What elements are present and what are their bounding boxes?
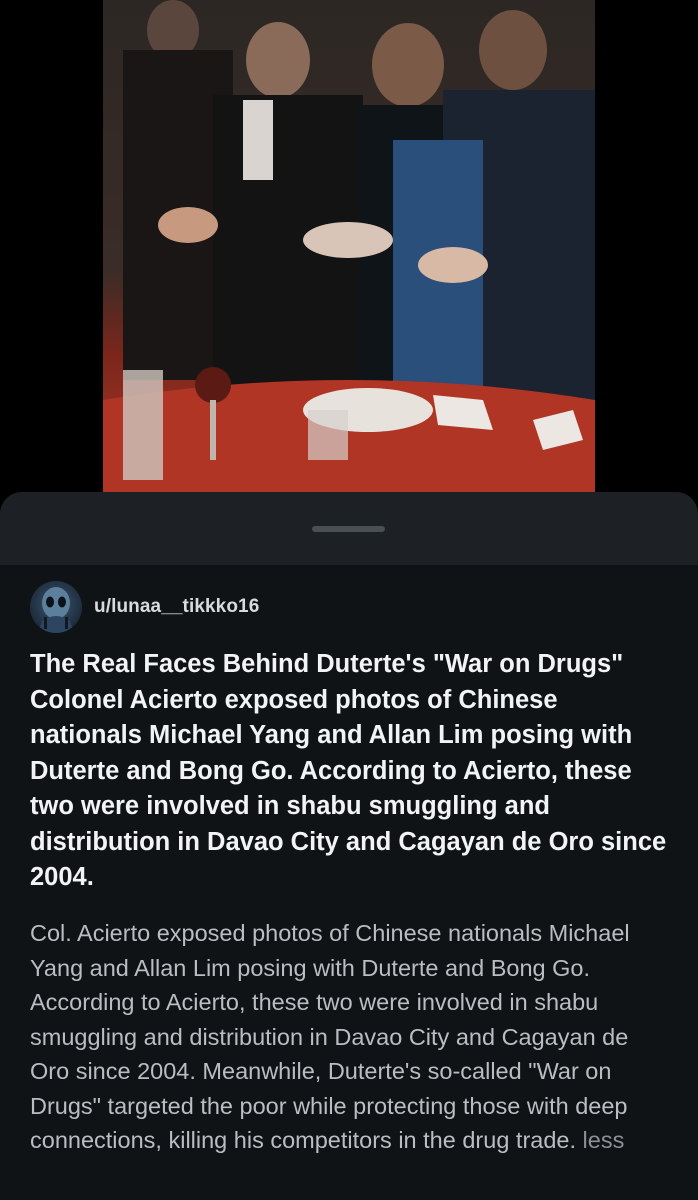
post-title: The Real Faces Behind Duterte's "War on …	[30, 650, 667, 891]
sheet-header[interactable]	[0, 492, 698, 565]
drag-handle[interactable]	[312, 526, 385, 532]
post-body: Col. Acierto exposed photos of Chinese n…	[30, 916, 670, 1158]
post-sheet: u/lunaa__tikkko16 The Real Faces Behind …	[0, 492, 698, 1200]
less-link[interactable]: less	[583, 1127, 625, 1153]
alien-avatar-icon[interactable]	[30, 581, 82, 633]
post-photo[interactable]	[103, 0, 595, 492]
author-row[interactable]: u/lunaa__tikkko16	[30, 580, 259, 634]
media-viewer[interactable]	[0, 0, 698, 492]
author-username[interactable]: u/lunaa__tikkko16	[94, 596, 259, 618]
post-body-text: Col. Acierto exposed photos of Chinese n…	[30, 920, 630, 1153]
